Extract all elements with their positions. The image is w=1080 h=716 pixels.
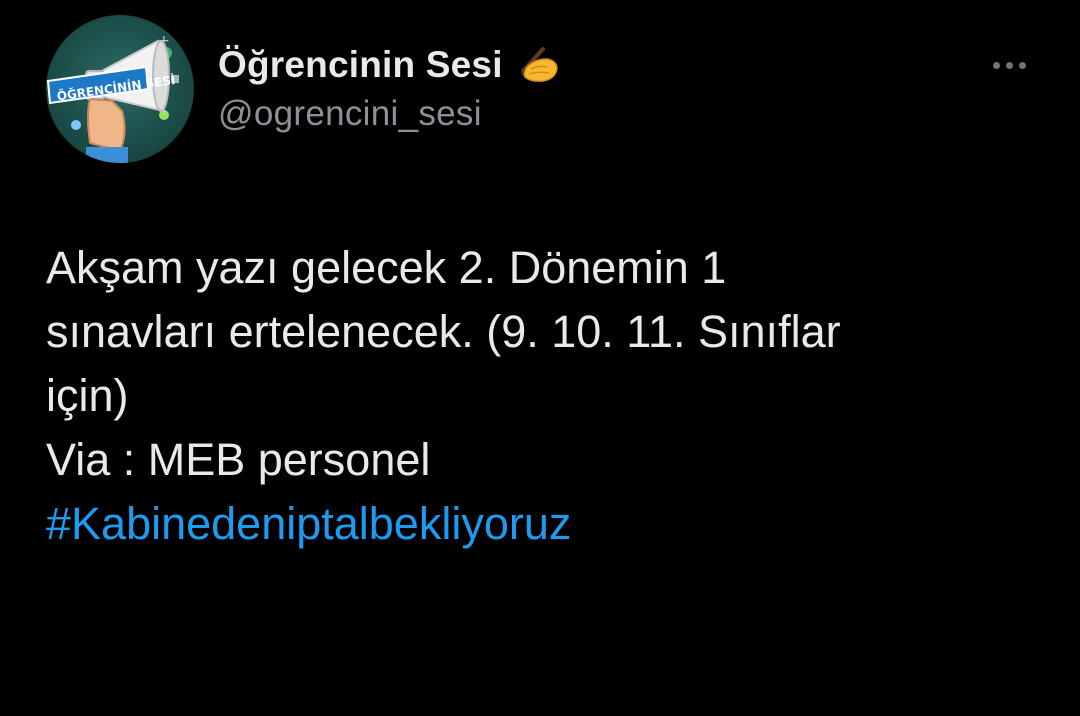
writing-hand-emoji-icon <box>513 45 559 85</box>
megaphone-logo-icon: + ÖĞRENCİNİN SESİ <box>46 33 179 163</box>
display-name-row[interactable]: Öğrencinin Sesi <box>218 40 559 90</box>
more-options-button[interactable] <box>984 50 1034 80</box>
display-name[interactable]: Öğrencinin Sesi <box>218 44 503 86</box>
hashtag-link[interactable]: #Kabinedeniptalbekliyoruz <box>46 492 1046 556</box>
more-dots-icon <box>1018 61 1026 69</box>
tweet-text-line: Via : MEB personel <box>46 434 431 485</box>
user-handle[interactable]: @ogrencini_sesi <box>218 94 482 134</box>
tweet-card: + ÖĞRENCİNİN SESİ Öğrencinin Sesi @ogren… <box>0 0 1080 716</box>
more-dots-icon <box>992 61 1000 69</box>
tweet-text-line: için) <box>46 370 129 421</box>
avatar[interactable]: + ÖĞRENCİNİN SESİ <box>46 15 194 163</box>
more-dots-icon <box>1005 61 1013 69</box>
tweet-text-line: sınavları ertelenecek. (9. 10. 11. Sınıf… <box>46 306 841 357</box>
tweet-text-line: Akşam yazı gelecek 2. Dönemin 1 <box>46 242 727 293</box>
tweet-text: Akşam yazı gelecek 2. Dönemin 1 sınavlar… <box>46 236 1046 556</box>
